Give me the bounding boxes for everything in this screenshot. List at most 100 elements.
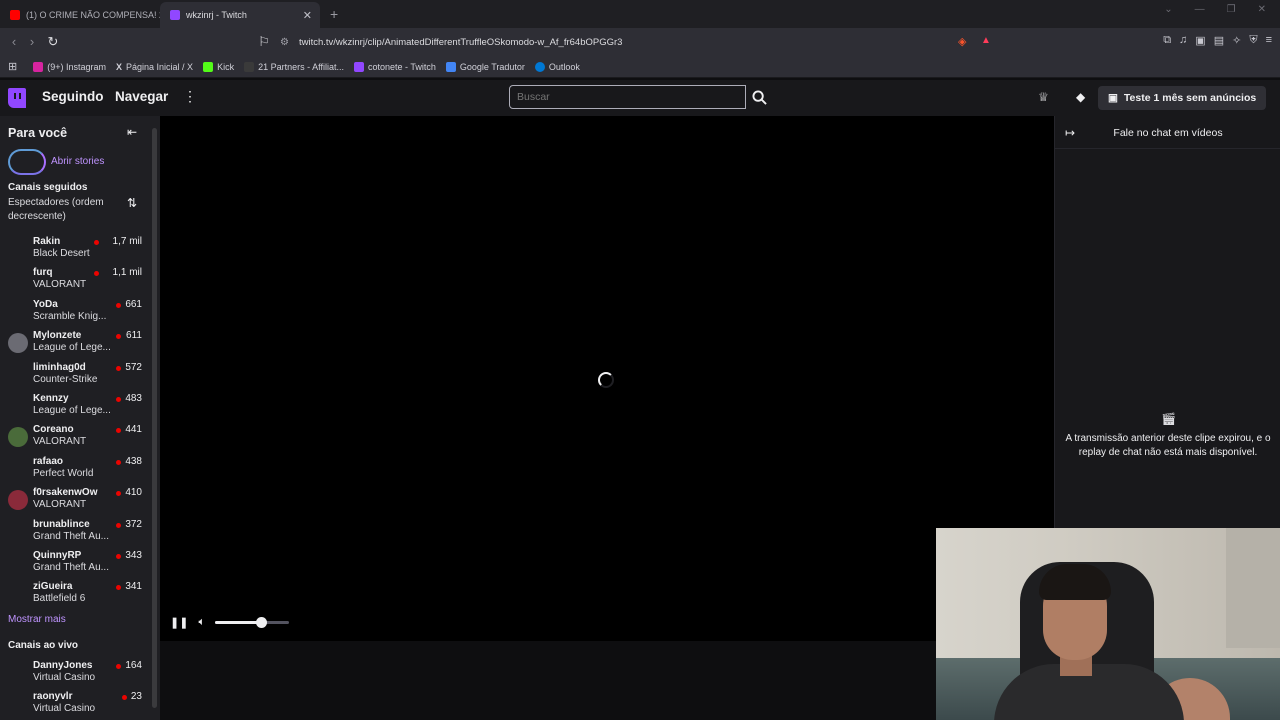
reload-icon[interactable]: ↻ — [43, 34, 63, 50]
sidebar-channel[interactable]: Rakin Black Desert 1,7 mil — [0, 234, 152, 265]
bookmark-cotonete[interactable]: cotonete - Twitch — [353, 61, 436, 72]
x-logo-icon: X — [116, 61, 123, 72]
bookmark-kick[interactable]: Kick — [203, 61, 234, 72]
bookmarks-bar: ⊞ (9+) Instagram X Página Inicial / X Ki… — [0, 56, 1280, 78]
more-options-icon[interactable]: ⋮ — [183, 88, 197, 105]
menu-icon[interactable]: ≡ — [1266, 34, 1272, 47]
sidebar-channel[interactable]: liminhag0d Counter-Strike 572 — [0, 360, 152, 391]
sidebar-title: Para você — [8, 126, 68, 140]
site-info-icon[interactable]: ⚙ — [280, 37, 289, 48]
url-field[interactable]: ⚙ twitch.tv/wkzinrj/clip/AnimatedDiffere… — [280, 32, 1000, 52]
bookmark-x[interactable]: X Página Inicial / X — [116, 62, 193, 72]
crown-icon[interactable]: ♕ — [1038, 90, 1049, 104]
browser-tab-youtube[interactable]: (1) O CRIME NÃO COMPENSA! 26 to — [0, 2, 160, 28]
turbo-trial-button[interactable]: ▣ Teste 1 mês sem anúncios — [1098, 86, 1267, 110]
21-partners-icon — [244, 61, 255, 72]
sort-icon[interactable]: ⇅ — [127, 196, 137, 210]
live-dot-icon — [116, 397, 122, 402]
channel-name: ziGueira — [33, 581, 73, 593]
sidebar-channel[interactable]: Kennzy League of Lege... 483 — [0, 391, 152, 422]
browser-tab-bar: (1) O CRIME NÃO COMPENSA! 26 to wkzinrj … — [0, 0, 1280, 28]
channel-name: Mylonzete — [33, 330, 82, 342]
live-dot-icon — [116, 302, 122, 308]
turbo-icon: ▣ — [1108, 92, 1118, 104]
webcam-door — [1226, 528, 1280, 648]
sidebar-channel[interactable]: YoDa Scramble Knig... 661 — [0, 297, 152, 328]
browser-tab-twitch[interactable]: wkzinrj - Twitch ✕ — [160, 2, 320, 28]
live-dot-icon — [116, 428, 122, 434]
bookmark-instagram[interactable]: (9+) Instagram — [33, 61, 106, 72]
volume-knob[interactable] — [255, 617, 267, 628]
sidebar-channel[interactable]: rafaao Perfect World 438 — [0, 454, 152, 485]
channel-name: Kennzy — [33, 393, 69, 404]
channel-name: Coreano — [33, 424, 74, 436]
bookmark-label: (9+) Instagram — [47, 61, 106, 72]
live-dot-icon — [116, 459, 122, 465]
browse-link[interactable]: Navegar — [115, 89, 168, 104]
avatar — [8, 553, 28, 573]
sidebar: Para você ⇤ Abrir stories Canais seguido… — [0, 116, 160, 720]
twitch-logo-icon[interactable] — [8, 88, 26, 108]
brave-rewards-icon[interactable]: ▲ — [981, 35, 991, 46]
media-icon[interactable]: ♫ — [1179, 34, 1187, 47]
sidebar-channel[interactable]: raonyvlr Virtual Casino 23 — [0, 689, 152, 720]
bookmark-21-partners[interactable]: 21 Partners - Affiliat... — [244, 61, 344, 72]
collapse-sidebar-icon[interactable]: ⇤ — [127, 125, 137, 139]
scrollbar-thumb[interactable] — [152, 128, 157, 708]
stories-ring[interactable] — [8, 149, 46, 175]
pause-icon[interactable]: ❚❚ — [170, 616, 188, 629]
sidebar-channel[interactable]: Mylonzete League of Lege... 611 — [0, 328, 152, 359]
sidebar-channel[interactable]: DannyJones Virtual Casino 164 — [0, 658, 152, 689]
viewer-count: 572 — [125, 361, 142, 373]
close-tab-icon[interactable]: ✕ — [303, 9, 312, 22]
tab-label: wkzinrj - Twitch — [186, 10, 247, 20]
vpn-icon[interactable]: ⛨ — [1249, 34, 1257, 47]
sidebar-channel[interactable]: ziGueira Battlefield 6 341 — [0, 579, 152, 610]
clapperboard-icon: 🎬︎ — [1161, 412, 1177, 426]
open-stories-link[interactable]: Abrir stories — [51, 156, 104, 167]
video-player[interactable]: ❚❚ 🔈︎ — [160, 116, 1054, 641]
brave-shields-icon[interactable]: ◈ — [958, 35, 966, 48]
viewer-count: 164 — [125, 660, 142, 671]
live-dot-icon — [93, 271, 99, 277]
sidebar-channel[interactable]: furq VALORANT 1,1 mil — [0, 265, 152, 296]
search-icon[interactable] — [748, 85, 770, 109]
extension-icons: ⧉ ♫ ▣ ▤ ✧ ⛨ ≡ — [1163, 34, 1272, 47]
live-dot-icon — [93, 240, 99, 245]
channel-game: Grand Theft Au... — [33, 530, 109, 542]
sidebar-channel[interactable]: brunablince Grand Theft Au... 372 — [0, 517, 152, 548]
bookmark-icon[interactable]: ⚐ — [254, 34, 274, 50]
channel-game: Perfect World — [33, 467, 94, 479]
sidebar-scrollbar[interactable] — [152, 120, 157, 716]
viewer-count: 438 — [125, 455, 142, 467]
apps-grid-icon[interactable]: ⊞ — [8, 60, 17, 73]
sidebar-toggle-icon[interactable]: ▣ — [1195, 34, 1205, 47]
search-input[interactable] — [509, 85, 746, 109]
channel-name: YoDa — [33, 298, 58, 310]
volume-icon[interactable]: 🔈︎ — [198, 616, 205, 629]
bookmark-google-tradutor[interactable]: Google Tradutor — [445, 61, 525, 72]
new-tab-button[interactable]: + — [320, 6, 348, 28]
viewer-count: 23 — [130, 691, 142, 703]
maximize-icon[interactable]: ❐ — [1227, 4, 1236, 15]
leo-icon[interactable]: ✧ — [1232, 34, 1241, 47]
sidebar-channel[interactable]: QuinnyRP Grand Theft Au... 343 — [0, 548, 152, 579]
webcam-person-hair — [1039, 564, 1111, 600]
sidebar-channel[interactable]: f0rsakenwOw VALORANT 410 — [0, 485, 152, 516]
close-window-icon[interactable]: ✕ — [1258, 4, 1266, 15]
google-translate-icon — [445, 61, 456, 72]
minimize-icon[interactable]: — — [1195, 4, 1205, 15]
volume-slider[interactable] — [215, 617, 290, 628]
tab-search-icon[interactable]: ⌄ — [1164, 4, 1172, 15]
following-link[interactable]: Seguindo — [42, 89, 104, 104]
wallet-icon[interactable]: ▤ — [1214, 34, 1224, 47]
sidebar-channel[interactable]: Coreano VALORANT 441 — [0, 422, 152, 453]
extensions-icon[interactable]: ⧉ — [1163, 34, 1171, 47]
live-dot-icon — [116, 334, 122, 340]
back-icon[interactable]: ‹ — [4, 34, 24, 49]
forward-icon[interactable]: › — [22, 34, 42, 49]
chat-title: Fale no chat em vídeos — [1113, 127, 1223, 139]
show-more-link[interactable]: Mostrar mais — [8, 614, 66, 625]
bookmark-outlook[interactable]: Outlook — [534, 61, 580, 72]
bits-icon[interactable]: ◆ — [1076, 90, 1085, 104]
